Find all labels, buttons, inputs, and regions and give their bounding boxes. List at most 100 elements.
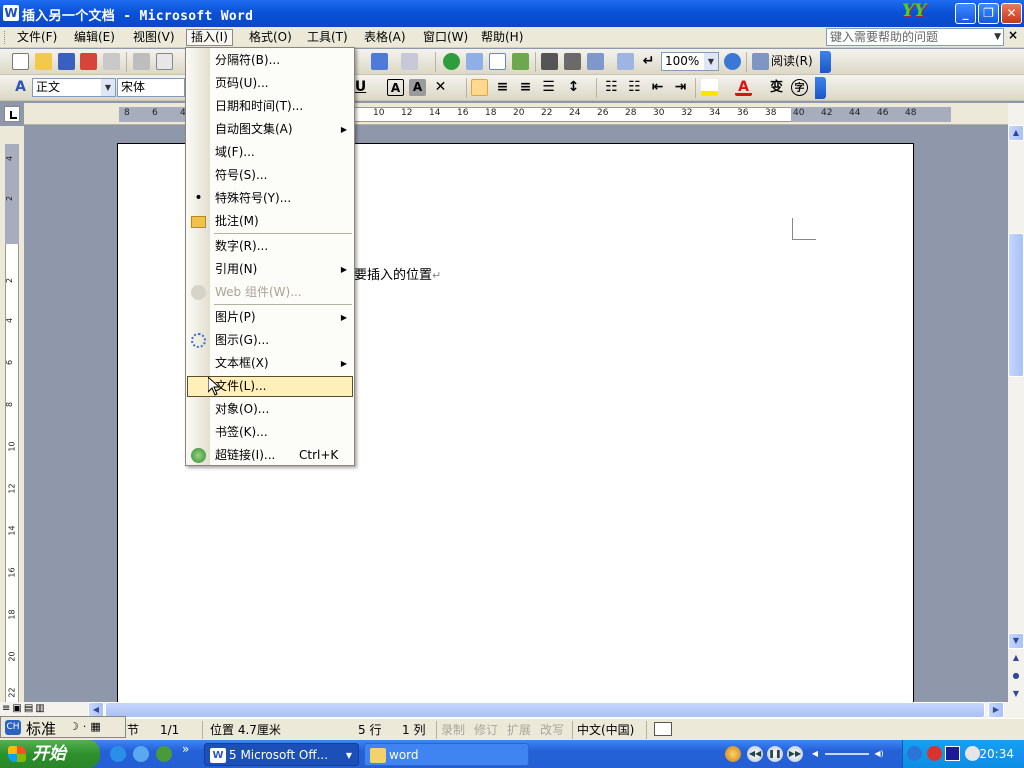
menu-insert[interactable]: 插入(I) — [186, 29, 233, 46]
horizontal-scroll-thumb[interactable] — [105, 702, 985, 718]
insert-menu-item-bookmark[interactable]: 书签(K)... — [187, 422, 353, 443]
menu-help[interactable]: 帮助(H) — [477, 29, 527, 46]
menubar-grip[interactable] — [4, 31, 7, 44]
insert-menu-item-hyperlink[interactable]: 超链接(I)... Ctrl+K — [187, 445, 353, 466]
insert-hyperlink-icon[interactable] — [443, 53, 460, 70]
task-folder[interactable]: word — [364, 743, 529, 766]
font-color-button[interactable]: A — [735, 79, 752, 96]
volume-max-icon[interactable]: ◀) — [871, 746, 887, 762]
horizontal-scrollbar[interactable]: ≡▣▤▥ ◀ ▶ — [0, 702, 1024, 718]
menu-tools[interactable]: 工具(T) — [303, 29, 352, 46]
insert-menu-item-page-numbers[interactable]: 页码(U)... — [187, 73, 353, 94]
start-button[interactable]: 开始 — [0, 740, 100, 768]
align-center-icon[interactable]: ≡ — [494, 79, 511, 96]
menu-table[interactable]: 表格(A) — [360, 29, 410, 46]
increase-indent-icon[interactable]: ⇥ — [672, 79, 689, 96]
decrease-indent-icon[interactable]: ⇤ — [649, 79, 666, 96]
char-scale-icon[interactable]: ✕ — [432, 79, 449, 96]
menu-format[interactable]: 格式(O) — [245, 29, 296, 46]
ie-quicklaunch-icon[interactable] — [110, 746, 126, 762]
close-document-button[interactable]: × — [1008, 28, 1018, 42]
status-language[interactable]: 中文(中国) — [577, 722, 634, 738]
tray-play-icon[interactable] — [945, 746, 960, 761]
open-folder-icon[interactable] — [35, 53, 52, 70]
line-spacing-icon[interactable]: ↕ — [565, 79, 582, 96]
ime-logo-icon[interactable]: CH — [5, 720, 21, 735]
media-quicklaunch-icon[interactable] — [156, 746, 172, 762]
view-buttons[interactable]: ≡▣▤▥ — [2, 703, 47, 714]
tray-back-icon[interactable] — [907, 746, 922, 761]
insert-menu-item-field[interactable]: 域(F)... — [187, 142, 353, 163]
columns-icon[interactable] — [541, 53, 558, 70]
tray-record-icon[interactable] — [927, 746, 942, 761]
read-mode-button[interactable]: 阅读(R) — [771, 53, 813, 70]
show-hide-icon[interactable] — [617, 53, 634, 70]
read-mode-icon[interactable] — [752, 53, 769, 70]
insert-menu-item-date-time[interactable]: 日期和时间(T)... — [187, 96, 353, 117]
insert-menu-item-break[interactable]: 分隔符(B)... — [187, 50, 353, 71]
insert-menu-item-special-symbol[interactable]: • 特殊符号(Y)... — [187, 188, 353, 209]
record-macro-indicator[interactable]: 录制 — [441, 722, 465, 738]
scroll-right-icon[interactable]: ▶ — [988, 702, 1004, 718]
help-icon[interactable] — [724, 53, 741, 70]
ime-mode[interactable]: 标准 — [26, 718, 56, 739]
document-text[interactable]: 要插入的位置↵ — [354, 264, 441, 283]
insert-menu-item-object[interactable]: 对象(O)... — [187, 399, 353, 420]
enclose-char-button[interactable]: 字 — [791, 79, 808, 96]
numbering-icon[interactable]: ☷ — [603, 79, 620, 96]
vertical-ruler[interactable]: 4 2 2 4 6 8 10 12 14 16 18 20 22 — [0, 126, 24, 704]
style-select[interactable]: 正文 ▼ — [32, 78, 116, 97]
browse-object-icon[interactable]: ● — [1008, 669, 1024, 685]
drawing-icon[interactable] — [564, 53, 581, 70]
char-shading-button[interactable]: A — [409, 79, 426, 96]
email-icon[interactable] — [103, 53, 120, 70]
undo-icon[interactable] — [371, 53, 388, 70]
zoom-select[interactable]: 100% ▼ — [661, 52, 719, 71]
insert-menu-item-number[interactable]: 数字(R)... — [187, 236, 353, 257]
help-search-input[interactable]: 键入需要帮助的问题 ▼ — [826, 28, 1004, 46]
char-border-button[interactable]: A — [387, 79, 404, 96]
distributed-align-icon[interactable]: ☰ — [540, 79, 557, 96]
menu-window[interactable]: 窗口(W) — [419, 29, 472, 46]
align-justify-icon[interactable] — [471, 79, 488, 96]
font-select[interactable]: 宋体 — [117, 78, 185, 97]
insert-menu-item-text-box[interactable]: 文本框(X) ▶ — [187, 353, 353, 374]
minimize-button[interactable]: _ — [955, 3, 976, 24]
spelling-check-icon[interactable] — [654, 722, 672, 736]
align-right-icon[interactable]: ≡ — [517, 79, 534, 96]
overtype-indicator[interactable]: 改写 — [540, 722, 564, 738]
insert-excel-icon[interactable] — [512, 53, 529, 70]
insert-menu-item-diagram[interactable]: 图示(G)... — [187, 330, 353, 351]
track-changes-indicator[interactable]: 修订 — [474, 722, 498, 738]
media-pause-icon[interactable]: ❚❚ — [767, 746, 783, 762]
print-preview-icon[interactable] — [156, 53, 173, 70]
desktop-quicklaunch-icon[interactable] — [133, 746, 149, 762]
toolbar-options-button[interactable] — [820, 51, 831, 73]
quicklaunch-more-icon[interactable]: » — [182, 742, 189, 756]
vertical-scrollbar[interactable]: ▲ ▼ ▲ ● ▼ — [1008, 103, 1024, 703]
chevron-down-icon[interactable]: ▼ — [101, 79, 115, 96]
close-button[interactable]: ✕ — [1001, 3, 1022, 24]
scroll-down-icon[interactable]: ▼ — [1008, 633, 1024, 649]
chevron-down-icon[interactable]: ▼ — [704, 53, 718, 70]
toolbar-options-button[interactable] — [815, 77, 826, 99]
media-app-icon[interactable] — [725, 746, 741, 762]
chevron-down-icon[interactable]: ▼ — [994, 29, 1001, 45]
maximize-button[interactable]: ❐ — [978, 3, 999, 24]
media-previous-icon[interactable]: ◀◀ — [747, 746, 763, 762]
scroll-up-icon[interactable]: ▲ — [1008, 125, 1024, 141]
document-map-icon[interactable] — [587, 53, 604, 70]
document-area[interactable]: 要插入的位置↵ — [24, 126, 1008, 702]
insert-menu-item-picture[interactable]: 图片(P) ▶ — [187, 307, 353, 328]
task-word[interactable]: W 5 Microsoft Off... ▼ — [204, 743, 359, 766]
new-document-icon[interactable] — [12, 53, 29, 70]
previous-page-icon[interactable]: ▲ — [1008, 651, 1024, 667]
horizontal-ruler[interactable]: 8 6 4 10 12 14 16 18 20 22 24 26 28 30 3… — [24, 103, 1008, 125]
bullets-icon[interactable]: ☷ — [626, 79, 643, 96]
insert-menu-item-autotext[interactable]: 自动图文集(A) ▶ — [187, 119, 353, 140]
insert-table-icon[interactable] — [489, 53, 506, 70]
pilcrow-icon[interactable]: ↵ — [640, 53, 657, 70]
tray-network-icon[interactable] — [965, 746, 980, 761]
permission-icon[interactable] — [80, 53, 97, 70]
tables-borders-icon[interactable] — [466, 53, 483, 70]
